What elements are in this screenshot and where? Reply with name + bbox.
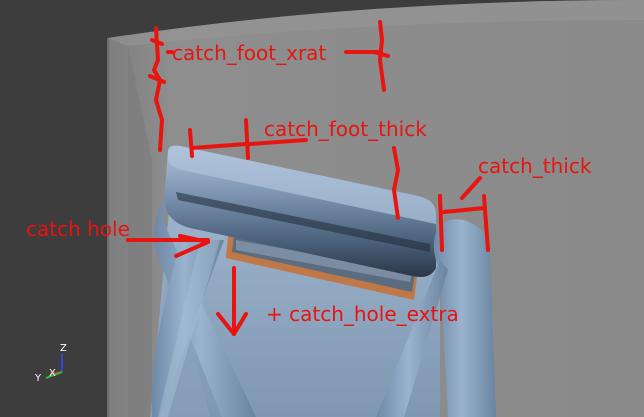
label-catch-hole: catch hole (26, 217, 130, 241)
label-catch-foot-xrat: catch_foot_xrat (172, 41, 326, 65)
thick-left-tick (188, 128, 194, 158)
y-axis-label: Y (34, 373, 42, 384)
foot-right-marker (392, 146, 400, 220)
catch-thick-left-tick (438, 194, 444, 252)
x-axis-label: X (49, 368, 56, 379)
label-catch-foot-thick: catch_foot_thick (264, 117, 427, 141)
scene-canvas[interactable]: catch_foot_xrat catch_foot_thick catch_t… (0, 0, 644, 417)
label-catch-thick: catch_thick (478, 154, 592, 178)
label-catch-hole-extra: + catch_hole_extra (266, 302, 459, 326)
z-axis-label: Z (60, 343, 67, 354)
3d-viewport[interactable]: catch_foot_xrat catch_foot_thick catch_t… (0, 0, 644, 417)
thick-right-tick (244, 118, 250, 160)
